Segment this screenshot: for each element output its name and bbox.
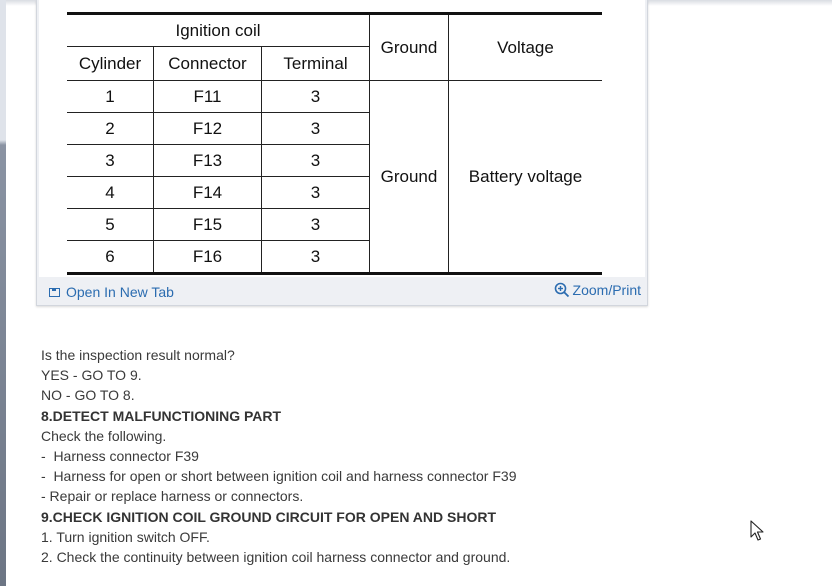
cell-cylinder: 2 xyxy=(67,112,154,145)
cell-terminal: 3 xyxy=(261,176,370,209)
cell-terminal: 3 xyxy=(261,240,370,275)
no-step: NO - GO TO 8. xyxy=(41,387,135,404)
zoom-print-link[interactable]: Zoom/Print xyxy=(554,282,641,298)
cell-connector: F15 xyxy=(153,208,262,241)
list-item: - Harness for open or short between igni… xyxy=(41,468,517,485)
cell-terminal: 3 xyxy=(261,80,370,113)
cell-connector: F13 xyxy=(153,144,262,177)
ignition-coil-table: Ignition coil Ground Voltage Cylinder Co… xyxy=(67,12,602,275)
table-figure-panel: Ignition coil Ground Voltage Cylinder Co… xyxy=(36,0,648,306)
header-terminal: Terminal xyxy=(261,46,370,81)
zoom-in-icon xyxy=(554,282,569,298)
cell-connector: F11 xyxy=(153,80,262,113)
cell-connector: F16 xyxy=(153,240,262,275)
section-heading-9: 9.CHECK IGNITION COIL GROUND CIRCUIT FOR… xyxy=(41,508,497,525)
cell-connector: F12 xyxy=(153,112,262,145)
cell-terminal: 3 xyxy=(261,144,370,177)
step-1: 1. Turn ignition switch OFF. xyxy=(41,528,210,545)
table-figure-content: Ignition coil Ground Voltage Cylinder Co… xyxy=(39,0,645,277)
cell-cylinder: 1 xyxy=(67,80,154,113)
step-2: 2. Check the continuity between ignition… xyxy=(41,549,511,566)
cell-cylinder: 5 xyxy=(67,208,154,241)
open-in-new-tab-label: Open In New Tab xyxy=(66,284,174,300)
yes-step: YES - GO TO 9. xyxy=(41,367,142,384)
mouse-cursor-icon xyxy=(750,520,764,541)
open-in-new-tab-link[interactable]: Open In New Tab xyxy=(49,284,174,300)
header-connector: Connector xyxy=(153,46,262,81)
table-row: 1 F11 3 Ground Battery voltage xyxy=(67,80,602,275)
procedure-text: Is the inspection result normal? YES - G… xyxy=(41,345,741,567)
cell-cylinder: 4 xyxy=(67,176,154,209)
cell-ground: Ground xyxy=(369,80,449,275)
check-following: Check the following. xyxy=(41,427,167,444)
header-cylinder: Cylinder xyxy=(67,46,154,81)
new-tab-icon xyxy=(49,287,60,297)
header-ground: Ground xyxy=(369,12,449,81)
inspection-question: Is the inspection result normal? xyxy=(41,347,235,363)
cell-terminal: 3 xyxy=(261,112,370,145)
cell-cylinder: 3 xyxy=(67,144,154,177)
cell-cylinder: 6 xyxy=(67,240,154,275)
header-ignition-coil: Ignition coil xyxy=(67,12,370,47)
cell-voltage: Battery voltage xyxy=(448,80,602,275)
zoom-print-label: Zoom/Print xyxy=(572,282,641,298)
repair-instruction: - Repair or replace harness or connector… xyxy=(41,488,304,505)
header-voltage: Voltage xyxy=(448,12,602,81)
list-item: - Harness connector F39 xyxy=(41,448,199,465)
cell-connector: F14 xyxy=(153,176,262,209)
cell-terminal: 3 xyxy=(261,208,370,241)
section-heading-8: 8.DETECT MALFUNCTIONING PART xyxy=(41,407,282,424)
figure-footer: Open In New Tab Zoom/Print xyxy=(37,278,647,304)
window-left-edge xyxy=(0,0,6,586)
